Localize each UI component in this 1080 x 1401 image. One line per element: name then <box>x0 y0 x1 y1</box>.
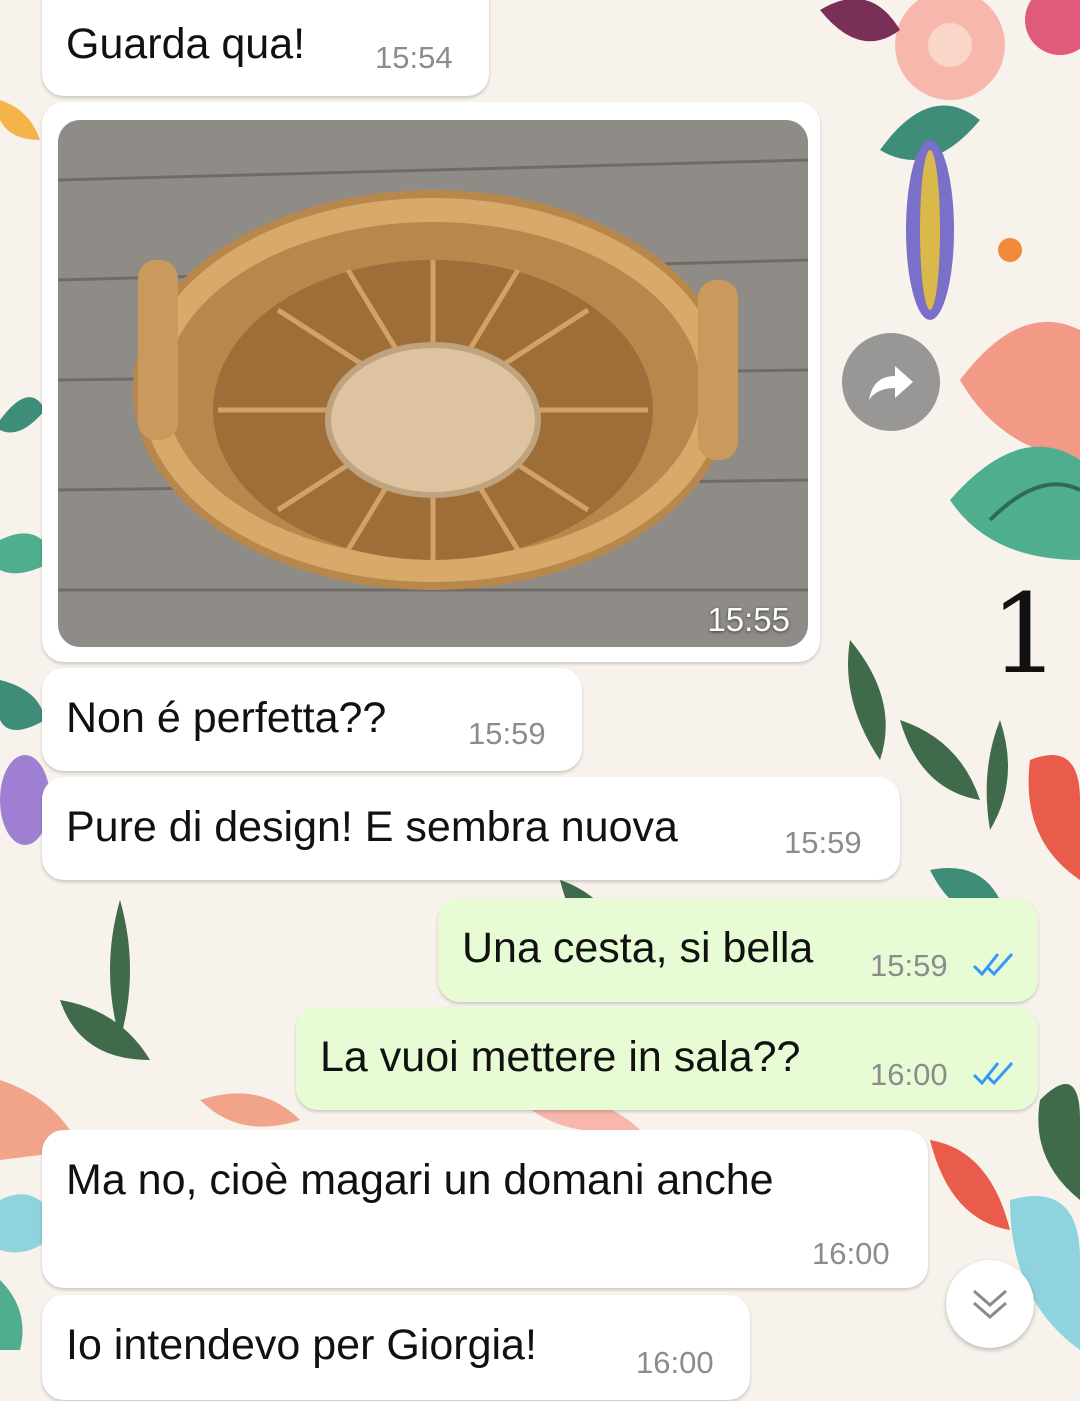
incoming-photo-message[interactable]: 15:55 <box>42 102 820 662</box>
message-time: 16:00 <box>870 1057 948 1092</box>
double-chevron-down-icon <box>973 1289 1007 1319</box>
incoming-message[interactable]: Pure di design! E sembra nuova 15:59 <box>42 777 900 880</box>
basket-photo[interactable]: 15:55 <box>58 120 808 647</box>
message-time: 15:54 <box>375 40 453 75</box>
incoming-message[interactable]: Guarda qua! 15:54 <box>42 0 489 96</box>
message-time: 16:00 <box>636 1345 714 1380</box>
message-time: 16:00 <box>812 1236 890 1271</box>
outgoing-message[interactable]: Una cesta, si bella 15:59 <box>438 898 1038 1002</box>
double-check-icon <box>972 952 1014 977</box>
message-text: Non é perfetta?? <box>66 694 387 742</box>
page-number-annotation: 1 <box>990 570 1060 698</box>
message-time: 15:59 <box>468 716 546 751</box>
incoming-message[interactable]: Non é perfetta?? 15:59 <box>42 668 582 771</box>
forward-arrow-icon <box>869 366 913 400</box>
message-text: La vuoi mettere in sala?? <box>320 1033 801 1081</box>
message-time: 15:59 <box>784 825 862 860</box>
message-text: Io intendevo per Giorgia! <box>66 1321 537 1369</box>
message-text: Guarda qua! <box>66 20 306 68</box>
message-text: Pure di design! E sembra nuova <box>66 803 678 851</box>
photo-time: 15:55 <box>707 601 790 638</box>
basket-image <box>58 120 808 647</box>
incoming-message[interactable]: Io intendevo per Giorgia! 16:00 <box>42 1295 750 1400</box>
message-text: Ma no, cioè magari un domani anche <box>66 1156 774 1204</box>
message-text: Una cesta, si bella <box>462 924 814 972</box>
scroll-to-bottom-button[interactable] <box>946 1260 1034 1348</box>
message-time: 15:59 <box>870 948 948 983</box>
outgoing-message[interactable]: La vuoi mettere in sala?? 16:00 <box>296 1007 1038 1110</box>
incoming-message[interactable]: Ma no, cioè magari un domani anche 16:00 <box>42 1130 928 1288</box>
forward-button[interactable] <box>842 333 940 431</box>
double-check-icon <box>972 1061 1014 1086</box>
